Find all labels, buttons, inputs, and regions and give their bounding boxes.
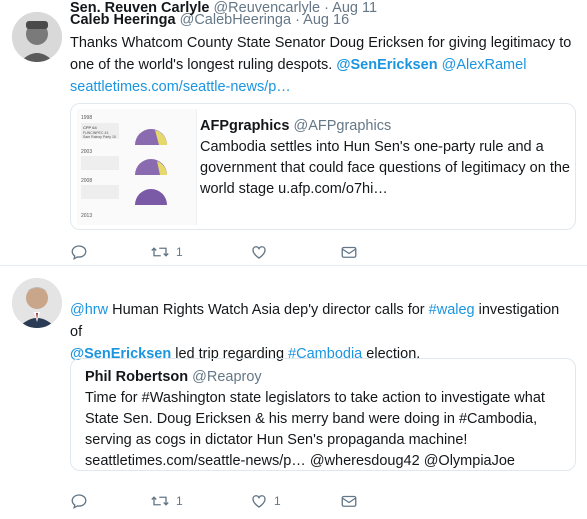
tweet-actions: 1 [70,242,368,262]
separator: · [324,0,329,16]
quoted-author-name: Phil Robertson [85,369,189,385]
quoted-tweet-content: Phil Robertson @Reaproy Time for #Washin… [85,367,565,472]
thumb-label: Sam Rainsy Party 15 [83,135,116,139]
card-text: AFPgraphics @AFPgraphics Cambodia settle… [200,116,570,200]
card-author-handle: @AFPgraphics [293,118,392,134]
mention-link[interactable]: @AlexRamel [442,57,527,73]
retweet-count: 1 [176,245,183,259]
mention-link[interactable]: @SenEricksen [336,57,437,73]
quoted-tweet-text: Time for #Washington state legislators t… [85,390,545,469]
hashtag-link[interactable]: #waleg [429,302,475,318]
dm-icon [341,495,357,507]
dm-button[interactable] [340,492,358,510]
mention-link[interactable]: @hrw [70,302,108,318]
avatar[interactable] [12,278,62,328]
like-icon [252,495,266,508]
retweet-icon [151,247,169,257]
author-handle[interactable]: @Reuvencarlyle [213,0,320,16]
link-card[interactable]: 1998 CPP 64 FUNCINPEC 43 Sam Rainsy Part… [70,103,576,230]
reply-icon [71,494,87,510]
thumb-year: 2013 [81,213,92,219]
dm-icon [341,246,357,258]
retweet-icon [151,496,169,506]
thumb-label: CPP 64 [83,125,97,130]
like-button[interactable]: 1 [250,492,330,510]
thumb-year: 2008 [81,178,92,184]
reply-button[interactable] [70,492,140,510]
tweet-text: @hrw Human Rights Watch Asia dep'y direc… [70,299,575,365]
like-icon [252,246,266,259]
thumb-box [81,156,119,170]
reply-button[interactable] [70,243,140,261]
card-thumbnail: 1998 CPP 64 FUNCINPEC 43 Sam Rainsy Part… [77,109,197,225]
card-description: Cambodia settles into Hun Sen's one-part… [200,139,570,197]
avatar-photo [12,278,62,328]
like-count: 1 [274,494,281,508]
quoted-tweet[interactable]: Phil Robertson @Reaproy Time for #Washin… [70,358,576,471]
timestamp[interactable]: Aug 11 [332,0,377,16]
avatar[interactable] [12,12,62,62]
thumb-box [81,185,119,199]
retweet-count: 1 [176,494,183,508]
tweet-actions: 1 1 [70,491,368,511]
quoted-author-handle: @Reaproy [192,369,262,385]
avatar-photo [12,12,62,62]
thumb-arc [135,189,167,205]
tweet-text: Thanks Whatcom County State Senator Doug… [70,32,575,98]
url-link[interactable]: seattletimes.com/seattle-news/p… [70,79,291,95]
tweet-text-segment: Human Rights Watch Asia dep'y director c… [108,302,429,318]
dm-button[interactable] [340,243,358,261]
retweet-button[interactable]: 1 [150,492,240,510]
tweet[interactable]: Caleb Heeringa @CalebHeeringa · Aug 16 T… [0,0,587,266]
like-button[interactable] [250,243,330,261]
reply-icon [71,245,87,261]
parliament-chart-image: 1998 CPP 64 FUNCINPEC 43 Sam Rainsy Part… [81,115,167,219]
retweet-button[interactable]: 1 [150,243,240,261]
thumb-year: 2003 [81,149,92,155]
tweet-header: Sen. Reuven Carlyle @Reuvencarlyle · Aug… [70,0,377,16]
card-author-name: AFPgraphics [200,118,290,134]
thumb-year: 1998 [81,115,92,121]
author-name[interactable]: Sen. Reuven Carlyle [70,0,209,16]
